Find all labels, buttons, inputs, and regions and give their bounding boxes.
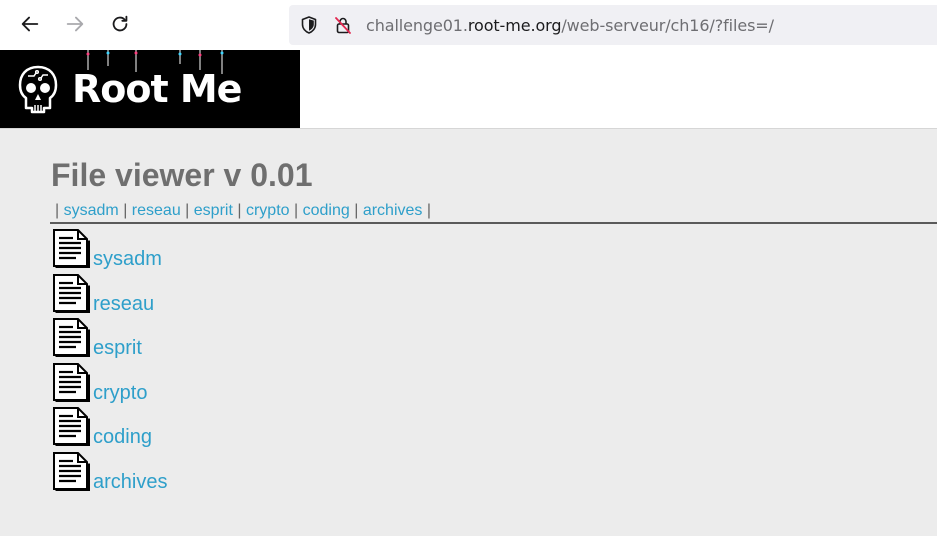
file-link-sysadm[interactable]: sysadm [93,248,162,271]
file-link-esprit[interactable]: esprit [93,337,142,360]
forward-arrow-icon [66,16,84,32]
logo-text: Root Me [72,67,242,111]
document-icon [52,362,91,403]
address-bar[interactable]: challenge01.root-me.org/web-serveur/ch16… [289,5,937,45]
menu-link-crypto[interactable]: crypto [246,202,290,219]
document-icon [52,406,91,448]
root-me-logo[interactable]: Root Me [0,50,300,128]
back-arrow-icon [21,16,39,32]
insecure-lock-icon[interactable] [333,15,353,35]
site-banner: Root Me [0,50,937,129]
document-icon [52,451,91,492]
divider [50,222,937,224]
back-button[interactable] [15,9,45,39]
document-icon [52,273,91,314]
menu-link-sysadm[interactable]: sysadm [64,202,119,219]
menu-link-archives[interactable]: archives [363,202,423,219]
url-text[interactable]: challenge01.root-me.org/web-serveur/ch16… [366,16,774,35]
document-icon [52,228,91,270]
file-link-coding[interactable]: coding [93,426,152,449]
menu-link-coding[interactable]: coding [303,202,350,219]
url-domain: root-me.org [467,16,562,35]
url-path: /web-serveur/ch16/?files=/ [561,16,774,35]
reload-button[interactable] [105,9,135,39]
browser-toolbar: challenge01.root-me.org/web-serveur/ch16… [0,0,937,50]
file-link-archives[interactable]: archives [93,471,167,494]
menu-link-reseau[interactable]: reseau [132,202,181,219]
page-title: File viewer v 0.01 [51,157,313,193]
reload-icon [112,15,128,32]
url-prefix: challenge01. [366,16,468,35]
forward-button[interactable] [60,9,90,39]
document-icon [52,317,91,359]
file-link-reseau[interactable]: reseau [93,293,154,316]
menu-link-esprit[interactable]: esprit [194,202,233,219]
category-menu: | sysadm | reseau | esprit | crypto | co… [55,202,432,219]
shield-icon[interactable] [299,15,319,35]
file-link-crypto[interactable]: crypto [93,382,147,405]
skull-icon [18,65,58,114]
